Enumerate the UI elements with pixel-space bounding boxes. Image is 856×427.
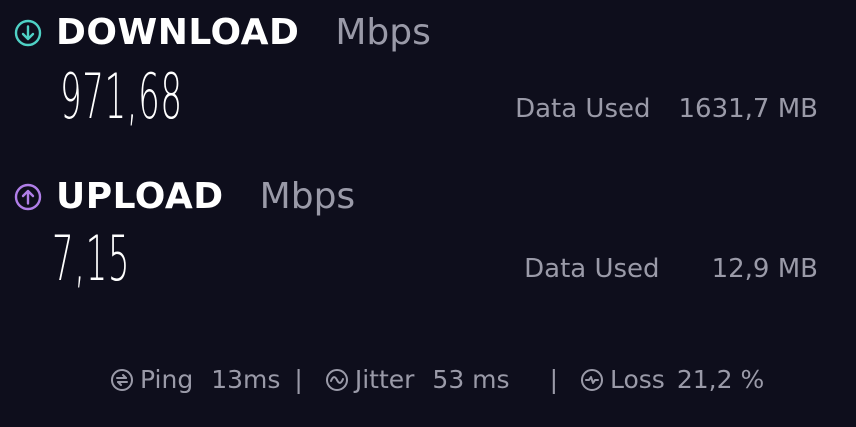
loss-value: 21,2 % xyxy=(676,365,765,394)
stats-separator: | xyxy=(294,365,303,394)
upload-unit: Mbps xyxy=(259,176,356,217)
upload-data-used-label: Data Used xyxy=(524,254,660,284)
download-header: DOWNLOAD Mbps xyxy=(14,12,431,53)
loss-label: Loss xyxy=(610,365,665,394)
download-unit: Mbps xyxy=(335,12,431,53)
download-data-used-label: Data Used xyxy=(515,94,651,124)
upload-data-used: Data Used 12,9 MB xyxy=(524,254,818,284)
ping-stat: Ping 13ms xyxy=(110,365,280,394)
stats-bar: Ping 13ms | Jitter 53 ms | Loss 21,2 % xyxy=(110,365,764,394)
ping-label: Ping xyxy=(140,365,194,394)
ping-icon xyxy=(111,368,133,391)
stats-separator: | xyxy=(549,365,558,394)
upload-header: UPLOAD Mbps xyxy=(14,176,355,217)
arrow-down-circle-icon xyxy=(14,19,42,47)
upload-speed-value: 7,15 xyxy=(52,222,131,295)
download-data-used: Data Used 1631,7 MB xyxy=(515,94,818,124)
upload-title: UPLOAD xyxy=(56,176,224,217)
arrow-up-circle-icon xyxy=(14,183,42,211)
upload-data-used-value: 12,9 MB xyxy=(711,254,818,284)
download-data-used-value: 1631,7 MB xyxy=(678,94,818,124)
download-title: DOWNLOAD xyxy=(56,12,300,53)
jitter-stat: Jitter 53 ms xyxy=(325,365,510,394)
ping-value: 13ms xyxy=(211,365,281,394)
jitter-icon xyxy=(325,368,348,391)
loss-icon xyxy=(581,368,603,391)
download-speed-value: 971,68 xyxy=(60,60,183,133)
loss-stat: Loss 21,2 % xyxy=(580,365,764,394)
jitter-label: Jitter xyxy=(354,365,415,394)
jitter-value: 53 ms xyxy=(432,365,510,394)
